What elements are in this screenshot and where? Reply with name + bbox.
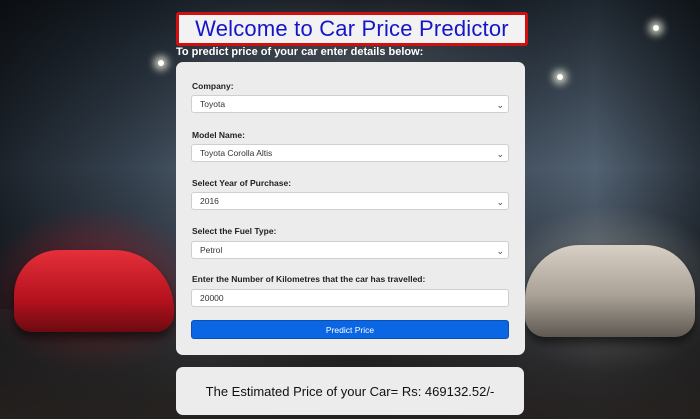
kms-value: 20000 [200,293,224,303]
page-title: Welcome to Car Price Predictor [195,16,509,41]
chevron-down-icon: ⌄ [496,197,504,207]
company-label: Company: [192,81,234,91]
fuel-select[interactable]: Petrol ⌄ [191,241,509,259]
chevron-down-icon: ⌄ [496,149,504,159]
form-instructions: To predict price of your car enter detai… [176,46,424,58]
estimated-price-text: The Estimated Price of your Car= Rs: 469… [205,383,495,399]
title-banner: Welcome to Car Price Predictor [176,12,528,46]
model-value: Toyota Corolla Altis [200,148,273,158]
silver-car-image [525,245,695,337]
ceiling-light [158,60,164,66]
red-car-image [14,250,174,332]
ceiling-light [557,74,563,80]
kms-input[interactable]: 20000 [191,289,509,307]
year-label: Select Year of Purchase: [192,178,292,188]
year-value: 2016 [200,196,219,206]
chevron-down-icon: ⌄ [496,246,504,256]
kms-label: Enter the Number of Kilometres that the … [192,274,426,284]
prediction-form: Company: Toyota ⌄ Model Name: Toyota Cor… [176,62,525,355]
company-select[interactable]: Toyota ⌄ [191,95,509,113]
year-select[interactable]: 2016 ⌄ [191,192,509,210]
fuel-label: Select the Fuel Type: [192,226,277,236]
chevron-down-icon: ⌄ [496,100,504,110]
model-label: Model Name: [192,130,245,140]
company-value: Toyota [200,99,226,109]
model-select[interactable]: Toyota Corolla Altis ⌄ [191,144,509,162]
result-panel: The Estimated Price of your Car= Rs: 469… [176,367,524,415]
fuel-value: Petrol [200,245,223,255]
predict-price-button[interactable]: Predict Price [191,320,509,339]
ceiling-light [653,25,659,31]
